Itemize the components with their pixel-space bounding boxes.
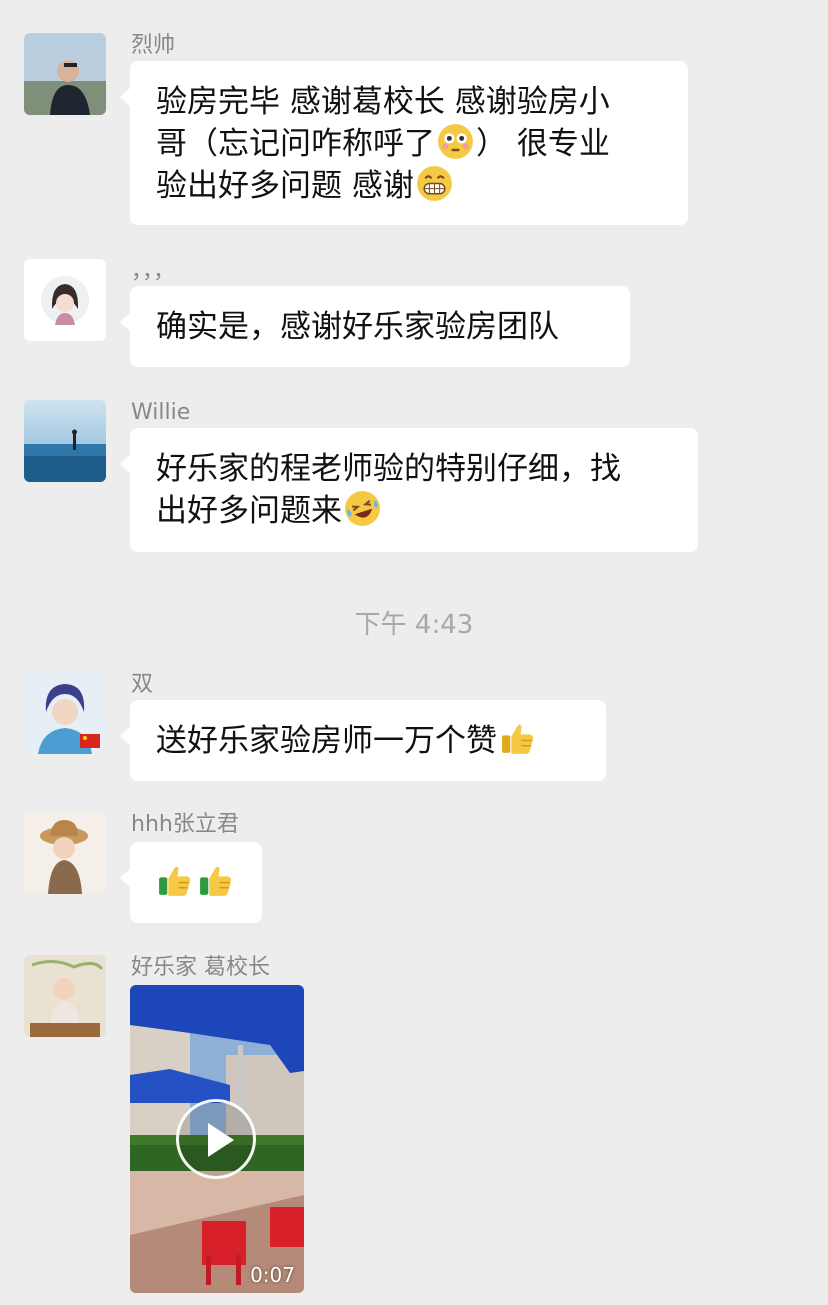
thumbs-up-emoji xyxy=(197,862,234,899)
grinning-emoji xyxy=(416,165,453,202)
avatar-image xyxy=(24,400,106,482)
message-text: 出好多问题来 xyxy=(156,493,342,529)
avatar-image xyxy=(24,33,106,115)
message-bubble[interactable]: 验房完毕 感谢葛校长 感谢验房小 哥（忘记问咋称呼了 ） 很专业 验出好多问题 感… xyxy=(120,61,688,225)
avatar[interactable] xyxy=(24,33,106,115)
sender-name: ，，， xyxy=(131,259,176,284)
sender-name: 烈帅 xyxy=(131,33,176,58)
avatar[interactable] xyxy=(24,955,106,1037)
message-bubble[interactable]: 确实是，感谢好乐家验房团队 xyxy=(120,286,630,367)
message-text: 验出好多问题 感谢 xyxy=(156,168,414,204)
message-text: 哥（忘记问咋称呼了 xyxy=(156,126,435,162)
avatar-image xyxy=(24,812,106,894)
thumbs-up-emoji xyxy=(156,862,193,899)
thumbs-up-emoji xyxy=(499,720,536,757)
message-text: 验房完毕 感谢葛校长 感谢验房小 xyxy=(156,84,610,120)
message-bubble[interactable]: 送好乐家验房师一万个赞 xyxy=(120,700,606,781)
message-text: 好乐家的程老师验的特别仔细，找 xyxy=(156,451,621,487)
message-bubble[interactable]: 好乐家的程老师验的特别仔细，找 出好多问题来 xyxy=(120,428,698,552)
message-text: 确实是，感谢好乐家验房团队 xyxy=(156,309,559,345)
timestamp: 下午 4:43 xyxy=(354,610,474,640)
avatar[interactable] xyxy=(24,400,106,482)
sender-name: hhh张立君 xyxy=(131,812,239,837)
message-text: 送好乐家验房师一万个赞 xyxy=(156,723,497,759)
sender-name: Willie xyxy=(131,400,191,425)
chat-view: 烈帅 验房完毕 感谢葛校长 感谢验房小 哥（忘记问咋称呼了 ） 很专业 验出好多问… xyxy=(0,0,828,1305)
avatar-image xyxy=(24,672,106,754)
play-icon[interactable] xyxy=(176,1099,256,1179)
avatar[interactable] xyxy=(24,672,106,754)
message-bubble[interactable] xyxy=(120,842,262,923)
flushed-emoji xyxy=(437,123,474,160)
laughing-tears-emoji xyxy=(344,490,381,527)
avatar[interactable] xyxy=(24,812,106,894)
avatar-image xyxy=(24,259,106,341)
sender-name: 好乐家 葛校长 xyxy=(131,955,270,980)
message-text: ） 很专业 xyxy=(476,126,610,162)
video-duration: 0:07 xyxy=(250,1263,295,1287)
sender-name: 双 xyxy=(131,672,154,697)
avatar-image xyxy=(24,955,106,1037)
video-message[interactable]: 0:07 xyxy=(130,985,304,1293)
avatar[interactable] xyxy=(24,259,106,341)
